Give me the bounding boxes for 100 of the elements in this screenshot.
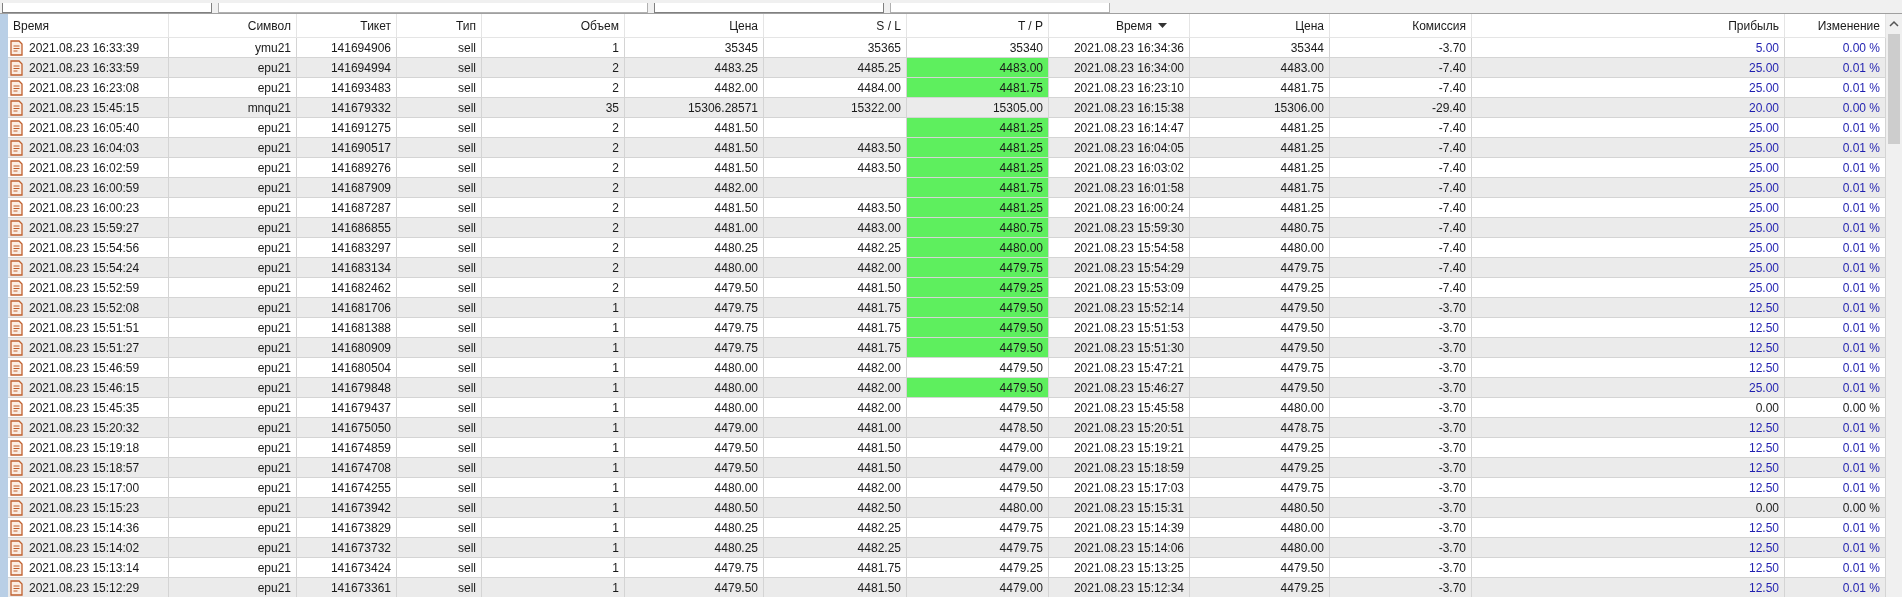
table-cell-text: 2021.08.23 15:18:57 xyxy=(29,459,140,477)
table-cell: 4479.00 xyxy=(907,578,1049,597)
table-cell: 4479.50 xyxy=(907,298,1049,318)
table-row[interactable]: 2021.08.23 15:18:57 epu21 141674708 sell 1 4479.50 4481.50 4479.00 2021.08.23 15:18:59 4479.25 -3.70 12.50 0.01 % xyxy=(8,458,1886,478)
table-cell: 4481.50 xyxy=(764,578,907,597)
table-row[interactable]: 2021.08.23 15:59:27 epu21 141686855 sell 2 4481.00 4483.00 4480.75 2021.08.23 15:59:30 4480.75 -7.40 25.00 0.01 % xyxy=(8,218,1886,238)
column-header[interactable]: Тикет xyxy=(297,14,397,37)
scroll-up-icon[interactable] xyxy=(1889,20,1899,28)
column-header[interactable]: T / P xyxy=(907,14,1049,37)
table-cell: 4483.00 xyxy=(907,58,1049,78)
table-cell: sell xyxy=(397,578,482,597)
table-row[interactable]: 2021.08.23 16:33:39 ymu21 141694906 sell 1 35345 35365 35340 2021.08.23 16:34:36 35344 -3.70 5.00 0.00 % xyxy=(8,38,1886,58)
table-cell: 4479.50 xyxy=(625,578,764,597)
table-cell-text: 2021.08.23 16:04:03 xyxy=(29,139,140,157)
document-icon xyxy=(10,219,23,236)
column-header[interactable]: Время xyxy=(8,14,169,37)
scrollbar[interactable] xyxy=(1886,14,1902,597)
table-row[interactable]: 2021.08.23 15:46:59 epu21 141680504 sell 1 4480.00 4482.00 4479.50 2021.08.23 15:47:21 4479.75 -3.70 12.50 0.01 % xyxy=(8,358,1886,378)
table-row[interactable]: 2021.08.23 15:52:59 epu21 141682462 sell 2 4479.50 4481.50 4479.25 2021.08.23 15:53:09 4479.25 -7.40 25.00 0.01 % xyxy=(8,278,1886,298)
column-header[interactable]: S / L xyxy=(764,14,907,37)
table-row[interactable]: 2021.08.23 15:51:27 epu21 141680909 sell 1 4479.75 4481.75 4479.50 2021.08.23 15:51:30 4479.50 -3.70 12.50 0.01 % xyxy=(8,338,1886,358)
document-icon xyxy=(10,339,23,356)
table-cell: 4480.00 xyxy=(907,238,1049,258)
table-row[interactable]: 2021.08.23 15:14:36 epu21 141673829 sell 1 4480.25 4482.25 4479.75 2021.08.23 15:14:39 4480.00 -3.70 12.50 0.01 % xyxy=(8,518,1886,538)
table-row[interactable]: 2021.08.23 15:54:24 epu21 141683134 sell 2 4480.00 4482.00 4479.75 2021.08.23 15:54:29 4479.75 -7.40 25.00 0.01 % xyxy=(8,258,1886,278)
column-header[interactable]: Символ xyxy=(169,14,297,37)
document-icon xyxy=(10,59,23,76)
table-cell-text: 2021.08.23 15:51:27 xyxy=(29,339,140,357)
sort-arrow-icon xyxy=(1158,22,1167,29)
document-icon xyxy=(10,319,23,336)
column-header[interactable]: Объем xyxy=(482,14,625,37)
table-row[interactable]: 2021.08.23 15:13:14 epu21 141673424 sell 1 4479.75 4481.75 4479.25 2021.08.23 15:13:25 4479.50 -3.70 12.50 0.01 % xyxy=(8,558,1886,578)
table-cell-text: 2021.08.23 15:14:02 xyxy=(29,539,140,557)
document-icon xyxy=(10,79,23,96)
document-icon xyxy=(10,279,23,296)
table-cell-text: 2021.08.23 16:02:59 xyxy=(29,159,140,177)
column-header[interactable]: Цена xyxy=(625,14,764,37)
document-icon xyxy=(10,119,23,136)
table-cell: 4481.25 xyxy=(907,158,1049,178)
document-icon xyxy=(10,479,23,496)
table-row[interactable]: 2021.08.23 15:54:56 epu21 141683297 sell 2 4480.25 4482.25 4480.00 2021.08.23 15:54:58 4480.00 -7.40 25.00 0.01 % xyxy=(8,238,1886,258)
table-cell: 4480.75 xyxy=(907,218,1049,238)
table-cell-text: 2021.08.23 15:14:36 xyxy=(29,519,140,537)
toolbar-field[interactable] xyxy=(218,3,648,13)
document-icon xyxy=(10,439,23,456)
table-cell: 4479.75 xyxy=(907,258,1049,278)
table-cell: epu21 xyxy=(169,578,297,597)
table-row[interactable]: 2021.08.23 15:45:15 mnqu21 141679332 sell 35 15306.28571 15322.00 15305.00 2021.08.23 16:15:38 15306.00 -29.40 20.00 0.00 % xyxy=(8,98,1886,118)
table-cell: 4479.50 xyxy=(907,338,1049,358)
table-row[interactable]: 2021.08.23 15:17:00 epu21 141674255 sell 1 4480.00 4482.00 4479.50 2021.08.23 15:17:03 4479.75 -3.70 12.50 0.01 % xyxy=(8,478,1886,498)
document-icon xyxy=(10,559,23,576)
table-row[interactable]: 2021.08.23 15:45:35 epu21 141679437 sell 1 4480.00 4482.00 4479.50 2021.08.23 15:45:58 4480.00 -3.70 0.00 0.00 % xyxy=(8,398,1886,418)
table-row[interactable]: 2021.08.23 15:12:29 epu21 141673361 sell 1 4479.50 4481.50 4479.00 2021.08.23 15:12:34 4479.25 -3.70 12.50 0.01 % xyxy=(8,578,1886,597)
table-row[interactable]: 2021.08.23 16:00:23 epu21 141687287 sell 2 4481.50 4483.50 4481.25 2021.08.23 16:00:24 4481.25 -7.40 25.00 0.01 % xyxy=(8,198,1886,218)
toolbar-field[interactable] xyxy=(654,3,884,13)
table-cell-text: 2021.08.23 15:54:24 xyxy=(29,259,140,277)
document-icon xyxy=(10,359,23,376)
table-row[interactable]: 2021.08.23 16:33:59 epu21 141694994 sell 2 4483.25 4485.25 4483.00 2021.08.23 16:34:00 4483.00 -7.40 25.00 0.01 % xyxy=(8,58,1886,78)
table-cell-text: 2021.08.23 15:46:59 xyxy=(29,359,140,377)
document-icon xyxy=(10,459,23,476)
column-header[interactable]: Цена xyxy=(1190,14,1330,37)
table-cell-text: 2021.08.23 15:19:18 xyxy=(29,439,140,457)
column-header[interactable]: Тип xyxy=(397,14,482,37)
table-row[interactable]: 2021.08.23 16:05:40 epu21 141691275 sell 2 4481.50 4481.25 2021.08.23 16:14:47 4481.25 -7.40 25.00 0.01 % xyxy=(8,118,1886,138)
table-row[interactable]: 2021.08.23 15:20:32 epu21 141675050 sell 1 4479.00 4481.00 4478.50 2021.08.23 15:20:51 4478.75 -3.70 12.50 0.01 % xyxy=(8,418,1886,438)
table-cell: 4481.25 xyxy=(907,118,1049,138)
document-icon xyxy=(10,499,23,516)
table-cell: 12.50 xyxy=(1472,578,1785,597)
table-row[interactable]: 2021.08.23 16:02:59 epu21 141689276 sell 2 4481.50 4483.50 4481.25 2021.08.23 16:03:02 4481.25 -7.40 25.00 0.01 % xyxy=(8,158,1886,178)
table-row[interactable]: 2021.08.23 16:00:59 epu21 141687909 sell 2 4482.00 4481.75 2021.08.23 16:01:58 4481.75 -7.40 25.00 0.01 % xyxy=(8,178,1886,198)
table-cell-text: 2021.08.23 16:23:08 xyxy=(29,79,140,97)
table-cell: 4481.25 xyxy=(907,138,1049,158)
table-cell-text: 2021.08.23 15:45:35 xyxy=(29,399,140,417)
toolbar-field[interactable] xyxy=(2,3,212,13)
table-cell-text: 2021.08.23 16:33:39 xyxy=(29,39,140,57)
table-cell-text: 2021.08.23 15:54:56 xyxy=(29,239,140,257)
table-cell: 2021.08.23 15:12:34 xyxy=(1049,578,1190,597)
table-row[interactable]: 2021.08.23 15:52:08 epu21 141681706 sell 1 4479.75 4481.75 4479.50 2021.08.23 15:52:14 4479.50 -3.70 12.50 0.01 % xyxy=(8,298,1886,318)
column-header[interactable]: Комиссия xyxy=(1330,14,1472,37)
scrollbar-thumb[interactable] xyxy=(1888,34,1900,144)
table-cell: 4481.25 xyxy=(907,198,1049,218)
table-cell-text: 2021.08.23 15:12:29 xyxy=(29,579,140,597)
table-row[interactable]: 2021.08.23 15:19:18 epu21 141674859 sell 1 4479.50 4481.50 4479.00 2021.08.23 15:19:21 4479.25 -3.70 12.50 0.01 % xyxy=(8,438,1886,458)
table-row[interactable]: 2021.08.23 15:46:15 epu21 141679848 sell 1 4480.00 4482.00 4479.50 2021.08.23 15:46:27 4479.50 -3.70 25.00 0.01 % xyxy=(8,378,1886,398)
table-cell: 4479.50 xyxy=(907,318,1049,338)
table-row[interactable]: 2021.08.23 15:51:51 epu21 141681388 sell 1 4479.75 4481.75 4479.50 2021.08.23 15:51:53 4479.50 -3.70 12.50 0.01 % xyxy=(8,318,1886,338)
table-row[interactable]: 2021.08.23 16:04:03 epu21 141690517 sell 2 4481.50 4483.50 4481.25 2021.08.23 16:04:05 4481.25 -7.40 25.00 0.01 % xyxy=(8,138,1886,158)
column-header[interactable]: Время xyxy=(1049,14,1190,37)
table-row[interactable]: 2021.08.23 16:23:08 epu21 141693483 sell 2 4482.00 4484.00 4481.75 2021.08.23 16:23:10 4481.75 -7.40 25.00 0.01 % xyxy=(8,78,1886,98)
column-header[interactable]: Прибыль xyxy=(1472,14,1785,37)
table-cell-text: 2021.08.23 16:00:59 xyxy=(29,179,140,197)
table-cell: 4479.50 xyxy=(907,378,1049,398)
toolbar-field[interactable] xyxy=(890,3,1110,13)
table-cell-text: 2021.08.23 16:00:23 xyxy=(29,199,140,217)
document-icon xyxy=(10,539,23,556)
table-cell-text: 2021.08.23 15:59:27 xyxy=(29,219,140,237)
table-row[interactable]: 2021.08.23 15:14:02 epu21 141673732 sell 1 4480.25 4482.25 4479.75 2021.08.23 15:14:06 4480.00 -3.70 12.50 0.01 % xyxy=(8,538,1886,558)
document-icon xyxy=(10,299,23,316)
document-icon xyxy=(10,199,23,216)
table-row[interactable]: 2021.08.23 15:15:23 epu21 141673942 sell 1 4480.50 4482.50 4480.00 2021.08.23 15:15:31 4480.50 -3.70 0.00 0.00 % xyxy=(8,498,1886,518)
